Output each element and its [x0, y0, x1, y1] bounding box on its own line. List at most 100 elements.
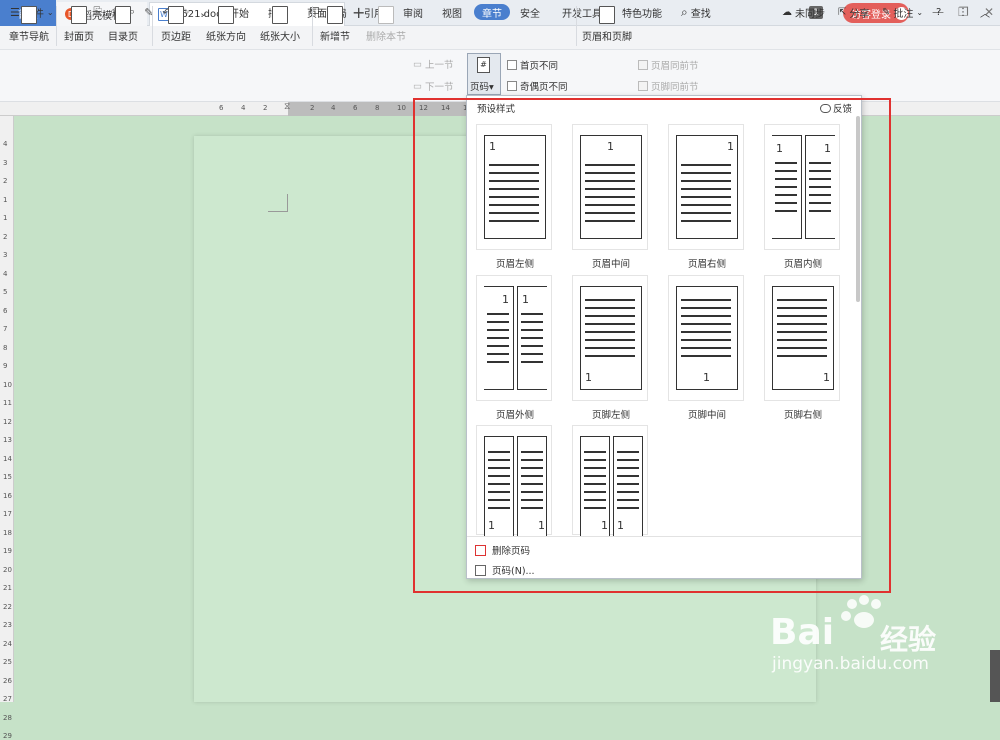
ruler-number: 7	[3, 325, 8, 333]
ruler-number: 5	[3, 288, 8, 296]
ruler-number: 6	[219, 104, 224, 112]
ruler-number: 20	[3, 565, 12, 574]
menu-security[interactable]: 安全	[520, 4, 540, 20]
ruler-number: 23	[3, 621, 12, 629]
new-section-button[interactable]: 新增节	[320, 6, 350, 43]
menu-bar	[0, 26, 1000, 50]
ruler-number: 14	[3, 454, 12, 463]
next-section-icon: ▭	[413, 80, 422, 92]
cover-page-button[interactable]: 封面页	[64, 6, 94, 43]
chapter-navigation-icon	[21, 6, 37, 24]
ruler-number: 1	[3, 214, 8, 222]
toc-page-icon	[115, 6, 131, 24]
ruler-number: 6	[353, 104, 358, 112]
ruler-number: 8	[3, 343, 8, 352]
help-icon[interactable]: ?	[936, 4, 941, 20]
prev-section-button[interactable]: ▭ 上一节	[413, 57, 454, 72]
ruler-number: 18	[3, 528, 12, 537]
share-button[interactable]: ⇱ 分享	[838, 4, 869, 20]
ruler-number: 2	[310, 104, 315, 112]
search-button[interactable]: ⌕ 查找	[681, 4, 711, 20]
ruler-number: 25	[3, 658, 12, 666]
paper-size-label: 纸张大小	[260, 32, 300, 43]
header-footer-icon	[599, 6, 615, 24]
watermark-brand-left: Bai	[770, 612, 835, 653]
odd-even-different-checkbox[interactable]: 奇偶页不同	[507, 79, 568, 93]
ruler-number: 4	[3, 269, 8, 278]
header-same-prev-checkbox[interactable]: 页眉同前节	[638, 58, 699, 72]
ruler-number: 10	[397, 104, 406, 112]
header-footer-label: 页眉和页脚	[582, 32, 632, 43]
first-page-different-checkbox[interactable]: 首页不同	[507, 58, 558, 72]
ribbon-divider	[576, 6, 577, 46]
share-icon: ⇱	[838, 6, 847, 18]
orientation-button[interactable]: 纸张方向	[206, 6, 246, 43]
ruler-number: 24	[3, 639, 12, 648]
page-corner-mark	[268, 194, 288, 212]
cover-page-label: 封面页	[64, 32, 94, 43]
orientation-label: 纸张方向	[206, 32, 246, 43]
delete-section-label: 删除本节	[366, 32, 406, 43]
toc-page-label: 目录页	[108, 32, 138, 43]
cover-page-icon	[71, 6, 87, 24]
share-label: 分享	[849, 8, 870, 20]
sync-label: 未同步	[795, 8, 825, 20]
ruler-number: 6	[3, 306, 8, 315]
next-section-button[interactable]: ▭ 下一节	[413, 79, 454, 94]
margins-label: 页边距	[161, 32, 191, 43]
highlight-annotation-box	[413, 98, 891, 593]
ruler-number: 22	[3, 602, 12, 611]
collapse-ribbon-icon[interactable]: ︿	[980, 4, 990, 20]
ribbon-divider	[312, 6, 313, 46]
ruler-number: 11	[3, 399, 12, 407]
ruler-number: 2	[3, 232, 8, 241]
checkbox-box	[507, 81, 517, 91]
ruler-number: 13	[3, 436, 12, 444]
new-section-label: 新增节	[320, 32, 350, 43]
ruler-number: 2	[263, 104, 268, 112]
ruler-number: 19	[3, 547, 12, 555]
ribbon-divider	[152, 6, 153, 46]
search-icon: ⌕	[681, 4, 688, 19]
odd-even-different-label: 奇偶页不同	[520, 82, 568, 93]
paper-size-icon	[272, 6, 288, 24]
new-section-icon	[327, 6, 343, 24]
menu-view[interactable]: 视图	[442, 4, 462, 20]
footer-same-prev-checkbox[interactable]: 页脚同前节	[638, 79, 699, 93]
paper-size-button[interactable]: 纸张大小	[260, 6, 300, 43]
chapter-navigation-button[interactable]: 章节导航	[9, 6, 49, 43]
margins-icon	[168, 6, 184, 24]
ruler-number: 9	[3, 362, 8, 370]
toc-page-button[interactable]: 目录页	[108, 6, 138, 43]
vertical-ruler[interactable]	[0, 116, 14, 702]
more-icon[interactable]: ⋮	[958, 4, 968, 20]
watermark-brand-right: 经验	[880, 623, 937, 656]
ruler-number: 8	[375, 104, 380, 112]
ruler-number: 29	[3, 732, 12, 740]
header-footer-button[interactable]: 页眉和页脚	[582, 6, 632, 43]
first-page-different-label: 首页不同	[520, 61, 559, 72]
ruler-number: 26	[3, 676, 12, 685]
watermark-url: jingyan.baidu.com	[772, 654, 929, 674]
page-number-icon: #	[477, 57, 490, 73]
comment-label: 批注	[893, 8, 914, 20]
chapter-navigation-label: 章节导航	[9, 32, 49, 43]
delete-section-button[interactable]: 删除本节	[366, 6, 406, 43]
ruler-number: 2	[3, 177, 8, 185]
ruler-number: 10	[3, 380, 12, 389]
next-section-label: 下一节	[424, 82, 454, 93]
prev-section-label: 上一节	[424, 60, 454, 71]
ruler-number: 3	[3, 158, 8, 167]
export-icon[interactable]: ⎘	[93, 5, 102, 19]
page-number-button[interactable]: # 页码▾	[467, 53, 501, 95]
comment-button[interactable]: ✎ 批注 ⌄	[882, 4, 923, 20]
menu-chapter[interactable]: 章节	[474, 4, 510, 20]
checkbox-box	[638, 60, 648, 70]
sync-button[interactable]: ☁ 未同步	[782, 4, 825, 20]
ruler-number: 1	[3, 195, 8, 204]
margins-button[interactable]: 页边距	[161, 6, 191, 43]
ruler-number: 21	[3, 584, 12, 592]
ruler-number: 4	[331, 104, 336, 112]
menu-review[interactable]: 审阅	[403, 4, 423, 20]
indent-marker-icon[interactable]: ⧖	[284, 102, 290, 112]
